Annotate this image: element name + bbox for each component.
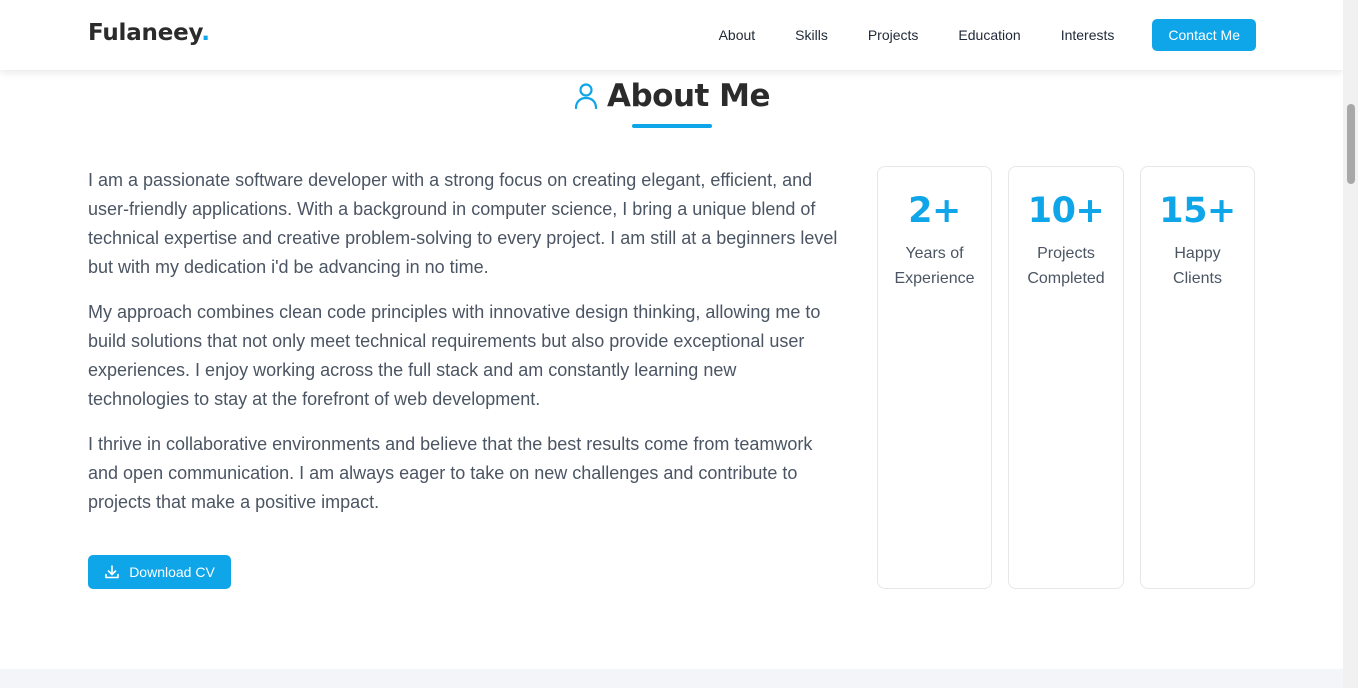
download-cv-button[interactable]: Download CV xyxy=(88,555,231,589)
navbar: Fulaneey. About Skills Projects Educatio… xyxy=(0,0,1343,70)
nav-links: About Skills Projects Education Interest… xyxy=(719,19,1256,51)
about-paragraph-3: I thrive in collaborative environments a… xyxy=(88,434,813,512)
next-section-band xyxy=(0,669,1343,688)
section-title: About Me xyxy=(606,78,771,114)
stat-number: 10+ xyxy=(1027,191,1105,231)
title-underline xyxy=(632,124,712,128)
user-icon xyxy=(573,81,599,111)
about-paragraph-2: My approach combines clean code principl… xyxy=(88,302,821,409)
stat-label-line: Projects xyxy=(1037,245,1095,262)
download-icon xyxy=(104,564,120,580)
stat-label: Happy Clients xyxy=(1141,241,1254,291)
stat-label-line: Happy xyxy=(1174,245,1221,262)
nav-link-education[interactable]: Education xyxy=(958,19,1020,51)
contact-me-button[interactable]: Contact Me xyxy=(1152,19,1256,51)
stat-number: 2+ xyxy=(908,191,961,231)
scrollbar-thumb[interactable] xyxy=(1347,104,1355,184)
logo[interactable]: Fulaneey. xyxy=(88,20,210,46)
stat-card-clients: 15+ Happy Clients xyxy=(1140,166,1255,589)
stat-label-line: Experience xyxy=(894,270,975,287)
nav-link-skills[interactable]: Skills xyxy=(795,19,828,51)
stat-label: Years of Experience xyxy=(878,241,991,291)
logo-dot: . xyxy=(201,20,210,46)
logo-text: Fulaneey xyxy=(88,20,202,46)
nav-link-projects[interactable]: Projects xyxy=(868,19,919,51)
nav-link-about[interactable]: About xyxy=(719,19,756,51)
stat-card-projects: 10+ Projects Completed xyxy=(1008,166,1124,589)
stat-label-line: Years of xyxy=(905,245,964,262)
stat-card-experience: 2+ Years of Experience xyxy=(877,166,992,589)
nav-link-interests[interactable]: Interests xyxy=(1061,19,1115,51)
about-paragraph-1: I am a passionate software developer wit… xyxy=(88,170,838,277)
stat-number: 15+ xyxy=(1159,191,1236,231)
page: Fulaneey. About Skills Projects Educatio… xyxy=(0,0,1343,688)
about-text: I am a passionate software developer wit… xyxy=(88,166,840,533)
stat-label-line: Completed xyxy=(1027,270,1105,287)
section-heading: About Me xyxy=(0,78,1343,114)
page-scrollbar[interactable] xyxy=(1343,0,1358,688)
stat-label-line: Clients xyxy=(1173,270,1222,287)
download-cv-label: Download CV xyxy=(129,564,215,580)
section-heading-inner: About Me xyxy=(573,78,771,114)
stat-label: Projects Completed xyxy=(1009,241,1123,291)
